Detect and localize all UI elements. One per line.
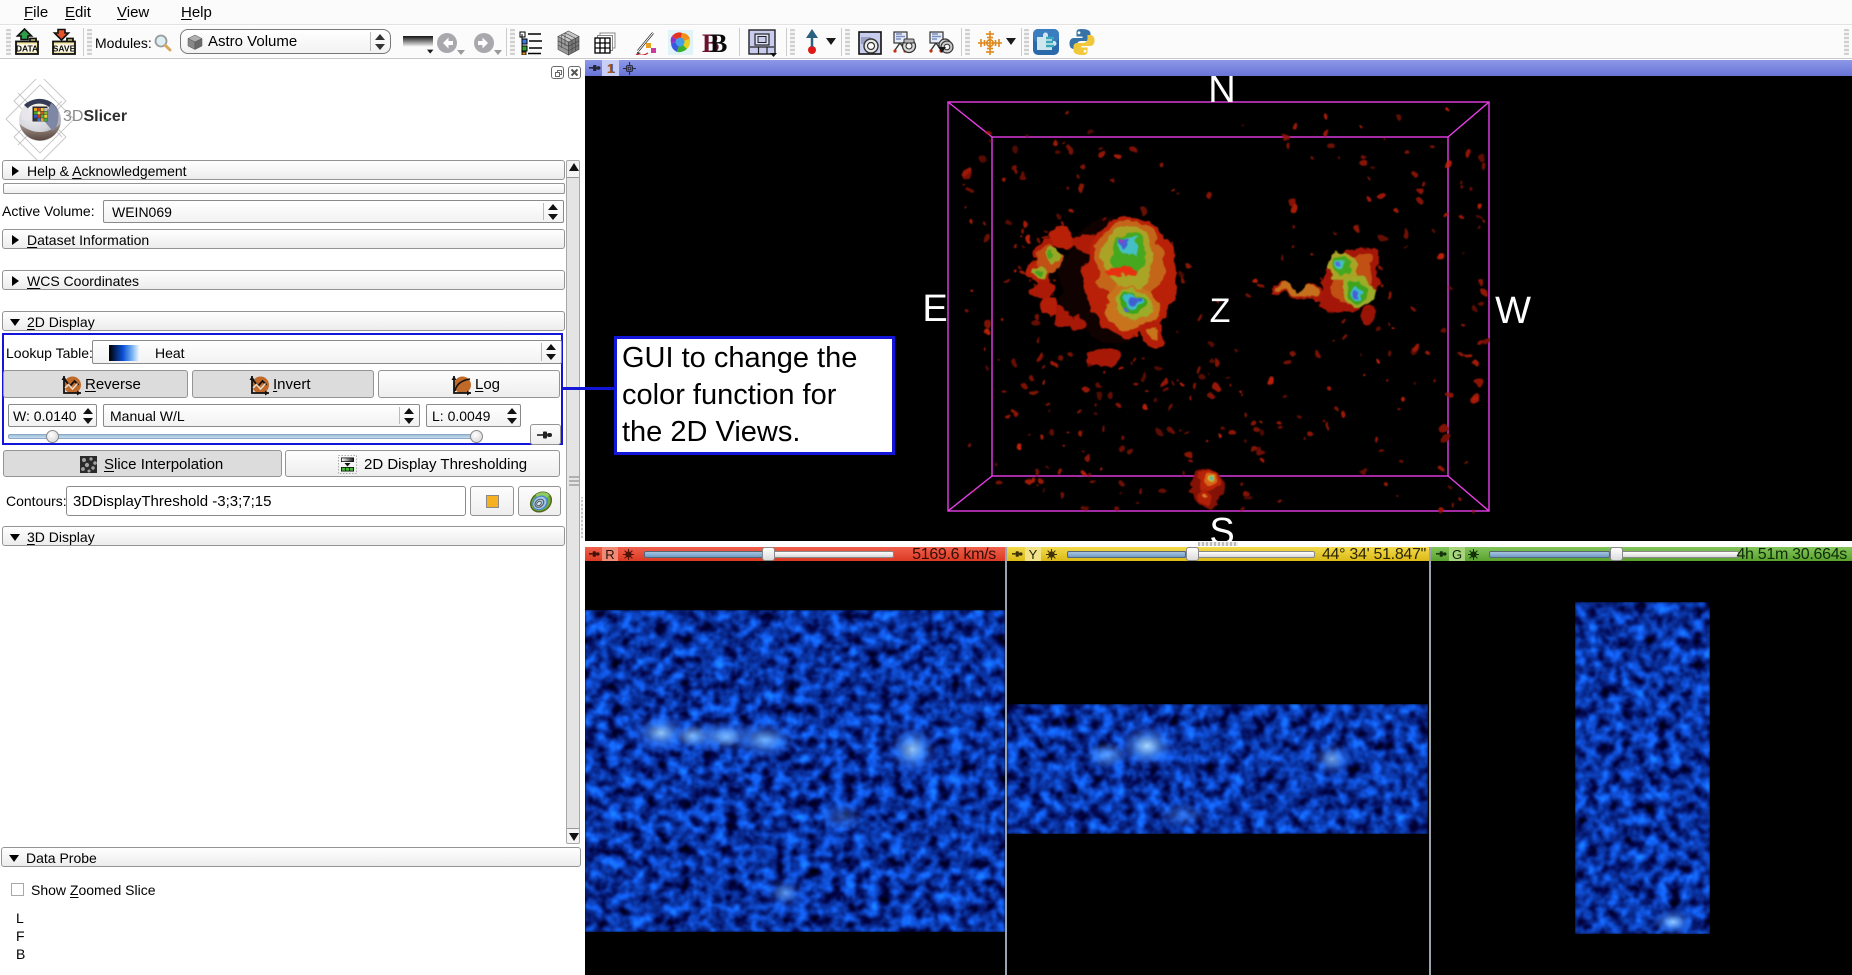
svg-text:S: S [1209, 511, 1234, 541]
svg-text:Z: Z [1210, 292, 1231, 330]
svg-text:E: E [922, 288, 947, 330]
svg-text:N: N [1208, 76, 1235, 111]
svg-text:B: B [710, 30, 727, 56]
svg-text:SAVE: SAVE [53, 44, 76, 54]
svg-text:DATA: DATA [16, 44, 38, 54]
svg-text:W: W [1495, 290, 1531, 332]
